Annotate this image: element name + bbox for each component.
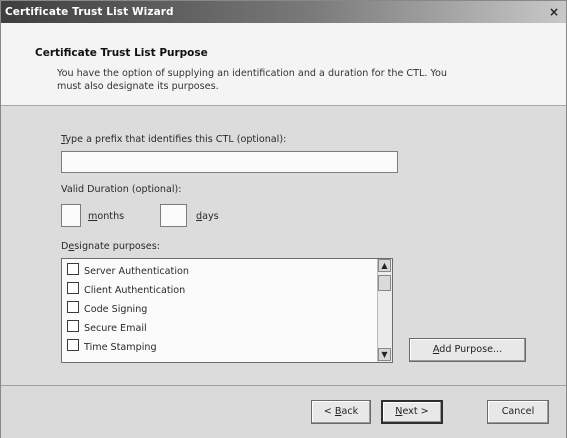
months-label-mnemonic: m xyxy=(88,211,98,222)
wizard-window: Certificate Trust List Wizard × Certific… xyxy=(0,0,567,438)
checkbox[interactable] xyxy=(67,301,79,313)
list-item[interactable]: Time Stamping xyxy=(67,339,157,355)
list-item[interactable]: Server Authentication xyxy=(67,263,189,279)
list-item-label: Client Authentication xyxy=(84,285,186,296)
back-button[interactable]: < Back xyxy=(311,400,371,424)
checkbox[interactable] xyxy=(67,282,79,294)
title-bar[interactable]: Certificate Trust List Wizard × xyxy=(1,1,566,23)
checkbox[interactable] xyxy=(67,339,79,351)
description-line-1: You have the option of supplying an iden… xyxy=(57,68,447,79)
back-button-prefix: < xyxy=(323,406,335,417)
scroll-up-icon[interactable]: ▲ xyxy=(378,259,391,272)
scroll-down-icon[interactable]: ▼ xyxy=(378,348,391,361)
purposes-label: Designate purposes: xyxy=(61,241,160,252)
purposes-scrollbar[interactable]: ▲ ▼ xyxy=(377,259,392,362)
list-item-label: Secure Email xyxy=(84,323,147,334)
page-description: You have the option of supplying an iden… xyxy=(57,67,537,93)
checkbox[interactable] xyxy=(67,263,79,275)
prefix-label: Type a prefix that identifies this CTL (… xyxy=(61,134,286,145)
next-button-label: ext > xyxy=(402,406,429,417)
list-item-label: Time Stamping xyxy=(84,342,157,353)
days-label: days xyxy=(196,211,219,222)
list-item[interactable]: Secure Email xyxy=(67,320,147,336)
checkbox[interactable] xyxy=(67,320,79,332)
list-item-label: Server Authentication xyxy=(84,266,189,277)
days-label-text: ays xyxy=(202,211,219,222)
prefix-label-text: ype a prefix that identifies this CTL (o… xyxy=(65,134,287,145)
add-purpose-label: dd Purpose... xyxy=(439,344,503,355)
scroll-thumb[interactable] xyxy=(378,275,391,291)
cancel-button[interactable]: Cancel xyxy=(487,400,549,424)
add-purpose-button[interactable]: Add Purpose... xyxy=(409,338,526,362)
wizard-header: Certificate Trust List Purpose You have … xyxy=(1,23,566,106)
window-title: Certificate Trust List Wizard xyxy=(5,6,174,18)
list-item[interactable]: Code Signing xyxy=(67,301,147,317)
prefix-input[interactable] xyxy=(61,151,398,173)
close-icon[interactable]: × xyxy=(547,5,561,19)
page-title: Certificate Trust List Purpose xyxy=(35,47,208,59)
list-item[interactable]: Client Authentication xyxy=(67,282,185,298)
next-button[interactable]: Next > xyxy=(381,400,443,424)
purposes-list[interactable]: Server Authentication Client Authenticat… xyxy=(61,258,393,363)
days-input[interactable] xyxy=(160,204,187,227)
description-line-2: must also designate its purposes. xyxy=(57,81,219,92)
back-button-label: ack xyxy=(341,406,359,417)
duration-label: Valid Duration (optional): xyxy=(61,184,182,195)
months-input[interactable] xyxy=(61,204,81,227)
wizard-footer xyxy=(1,385,566,438)
purposes-label-text: signate purposes: xyxy=(74,241,160,252)
list-item-label: Code Signing xyxy=(84,304,148,315)
months-label: months xyxy=(88,211,124,222)
months-label-text: onths xyxy=(97,211,125,222)
